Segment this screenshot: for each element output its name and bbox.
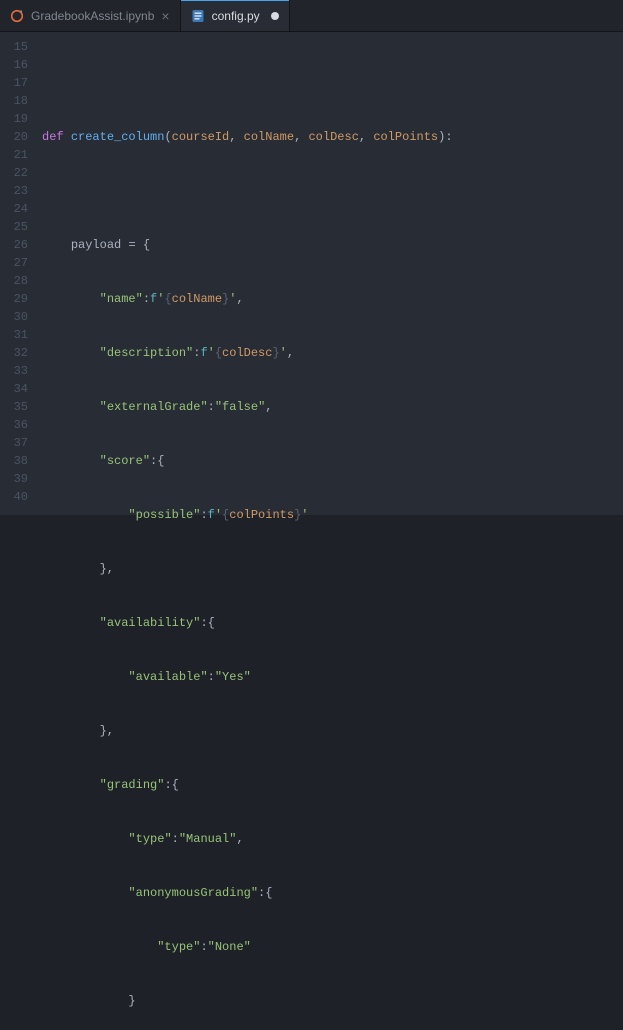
- line-number: 38: [0, 452, 28, 470]
- line-number-gutter: 1516171819202122232425262728293031323334…: [0, 38, 42, 515]
- tab-bar: GradebookAssist.ipynb × config.py: [0, 0, 623, 32]
- code-line: [42, 74, 623, 92]
- code-line: def create_column(courseId, colName, col…: [42, 128, 623, 146]
- line-number: 15: [0, 38, 28, 56]
- code-line: }: [42, 992, 623, 1010]
- tab-config[interactable]: config.py: [181, 0, 290, 31]
- line-number: 19: [0, 110, 28, 128]
- line-number: 21: [0, 146, 28, 164]
- code-line: },: [42, 722, 623, 740]
- line-number: 17: [0, 74, 28, 92]
- line-number: 16: [0, 56, 28, 74]
- code-line: "score":{: [42, 452, 623, 470]
- dirty-indicator-icon: [271, 12, 279, 20]
- line-number: 35: [0, 398, 28, 416]
- code-line: "available":"Yes": [42, 668, 623, 686]
- code-line: "type":"None": [42, 938, 623, 956]
- line-number: 29: [0, 290, 28, 308]
- code-line: "grading":{: [42, 776, 623, 794]
- code-line: "availability":{: [42, 614, 623, 632]
- python-file-icon: [191, 9, 205, 23]
- code-line: "type":"Manual",: [42, 830, 623, 848]
- line-number: 28: [0, 272, 28, 290]
- code-area[interactable]: def create_column(courseId, colName, col…: [42, 38, 623, 515]
- line-number: 26: [0, 236, 28, 254]
- code-line: "possible":f'{colPoints}': [42, 506, 623, 524]
- code-line: "name":f'{colName}',: [42, 290, 623, 308]
- code-line: [42, 182, 623, 200]
- line-number: 34: [0, 380, 28, 398]
- tab-gradebookassist[interactable]: GradebookAssist.ipynb ×: [0, 0, 181, 31]
- line-number: 30: [0, 308, 28, 326]
- code-line: },: [42, 560, 623, 578]
- line-number: 40: [0, 488, 28, 506]
- close-icon[interactable]: ×: [161, 9, 169, 23]
- line-number: 27: [0, 254, 28, 272]
- code-line: "externalGrade":"false",: [42, 398, 623, 416]
- line-number: 23: [0, 182, 28, 200]
- line-number: 20: [0, 128, 28, 146]
- line-number: 18: [0, 92, 28, 110]
- line-number: 22: [0, 164, 28, 182]
- code-line: payload = {: [42, 236, 623, 254]
- line-number: 24: [0, 200, 28, 218]
- line-number: 32: [0, 344, 28, 362]
- jupyter-icon: [10, 9, 24, 23]
- line-number: 31: [0, 326, 28, 344]
- line-number: 39: [0, 470, 28, 488]
- code-line: "anonymousGrading":{: [42, 884, 623, 902]
- line-number: 33: [0, 362, 28, 380]
- line-number: 36: [0, 416, 28, 434]
- code-line: "description":f'{colDesc}',: [42, 344, 623, 362]
- line-number: 37: [0, 434, 28, 452]
- tab-title: config.py: [212, 9, 260, 23]
- tab-title: GradebookAssist.ipynb: [31, 9, 154, 23]
- code-editor[interactable]: 1516171819202122232425262728293031323334…: [0, 32, 623, 515]
- line-number: 25: [0, 218, 28, 236]
